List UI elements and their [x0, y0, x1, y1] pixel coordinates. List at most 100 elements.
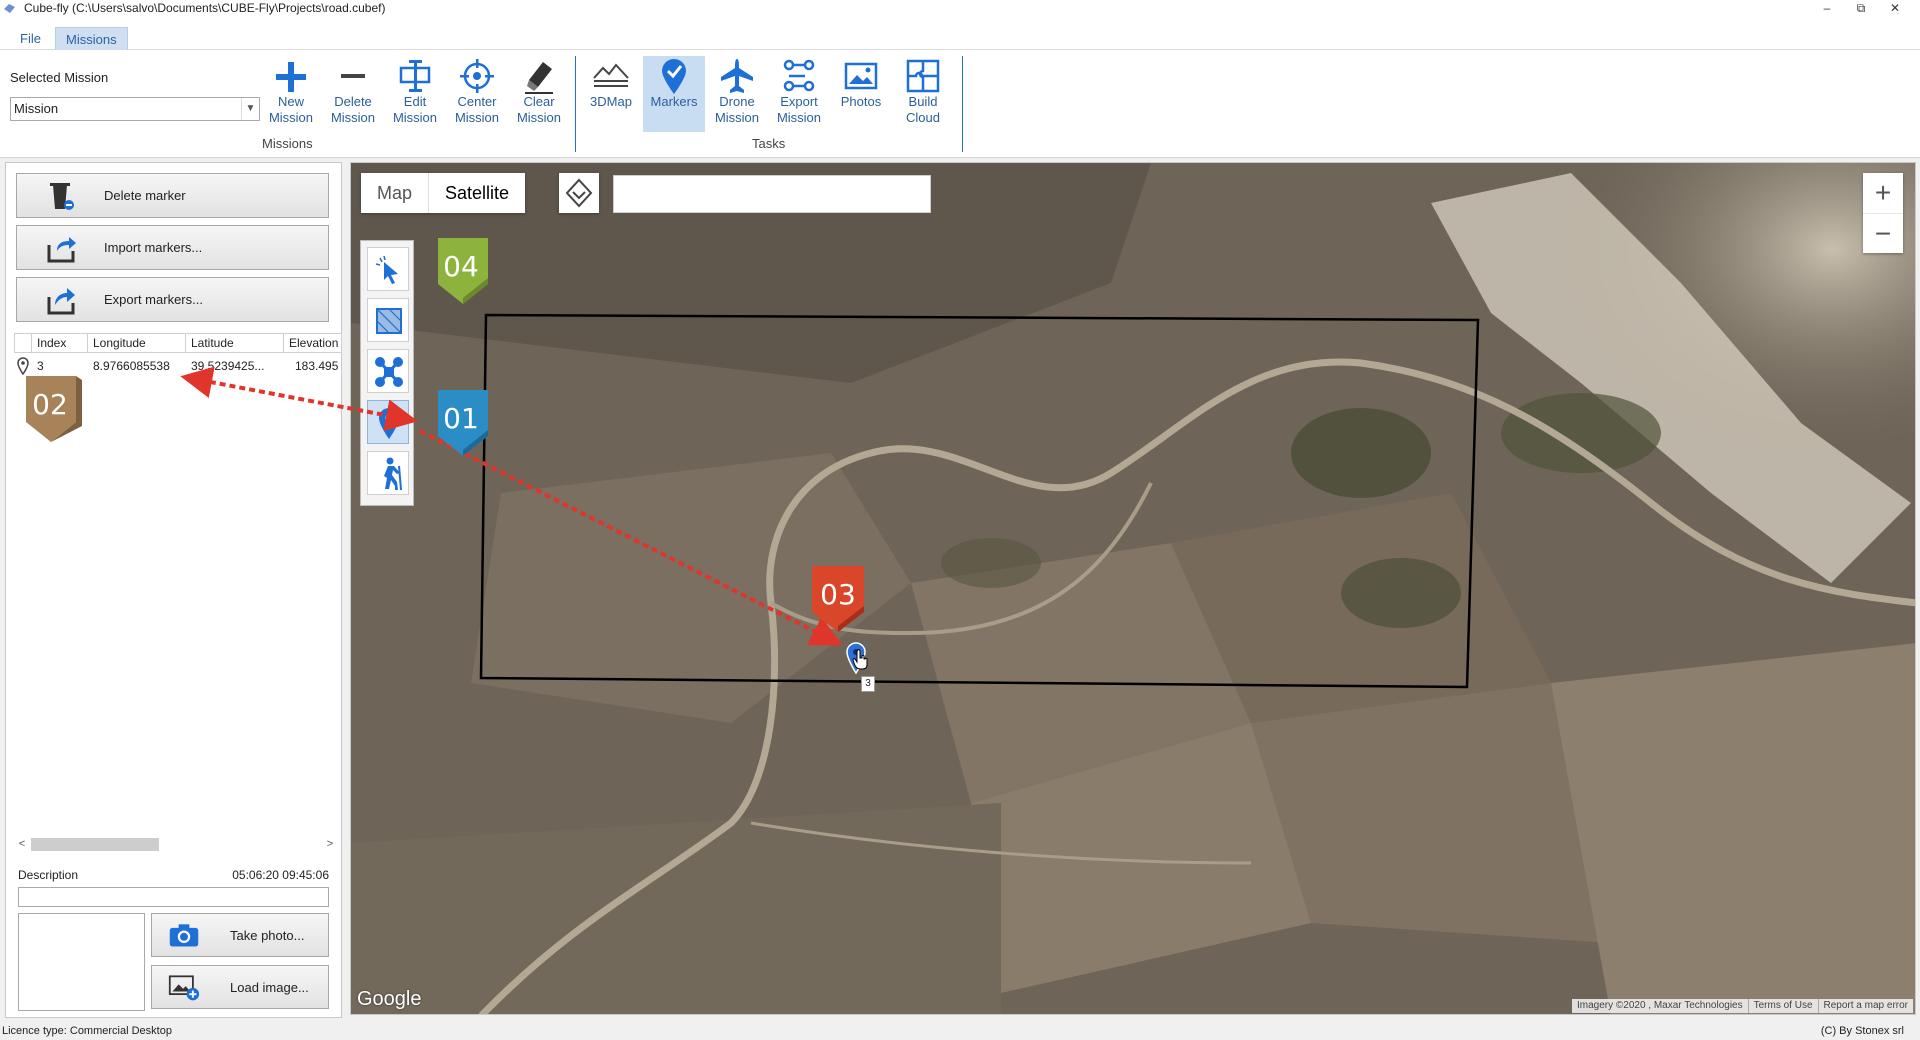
- minus-icon: [341, 74, 365, 78]
- table-header-icon: [14, 333, 32, 353]
- edit-icon: [399, 60, 431, 92]
- callout-badge-01: 01: [438, 390, 488, 456]
- title-bar: Cube-fly (C:\Users\salvo\Documents\CUBE-…: [0, 0, 1920, 17]
- maximize-button[interactable]: ⧉: [1846, 0, 1876, 17]
- scroll-left-icon[interactable]: <: [15, 836, 29, 853]
- table-cell-latitude: 39.5239425...: [191, 359, 265, 373]
- layers-button[interactable]: [559, 173, 599, 213]
- clear-mission-label: Clear Mission: [516, 94, 562, 125]
- copyright-text: (C) By Stonex srl: [1820, 1025, 1904, 1037]
- selected-mission-label: Selected Mission: [10, 70, 109, 85]
- close-button[interactable]: ✕: [1880, 0, 1910, 17]
- export-route-icon: [783, 59, 815, 92]
- walk-tool-button[interactable]: [367, 451, 409, 495]
- zoom-out-button[interactable]: −: [1863, 213, 1903, 253]
- drone-tool-button[interactable]: [367, 349, 409, 393]
- take-photo-button[interactable]: Take photo...: [151, 913, 329, 957]
- delete-marker-button[interactable]: Delete marker: [16, 173, 329, 218]
- edit-mission-label: Edit Mission: [392, 94, 438, 125]
- delete-mission-label: Delete Mission: [330, 94, 376, 125]
- chevron-down-icon[interactable]: ▼: [241, 98, 259, 120]
- hand-cursor-icon: [852, 649, 868, 670]
- photo-preview: [18, 913, 145, 1011]
- import-markers-button[interactable]: Import markers...: [16, 225, 329, 270]
- export-mission-label: Export Mission: [776, 94, 822, 125]
- table-header[interactable]: Elevation: [284, 333, 342, 353]
- new-mission-button[interactable]: New Mission: [260, 56, 322, 132]
- select-tool-button[interactable]: [367, 247, 409, 291]
- layers-icon: [565, 178, 593, 208]
- hiker-icon: [384, 457, 402, 491]
- map-view[interactable]: Map Satellite + − Google Imagery ©2020 ,…: [350, 162, 1916, 1015]
- export-markers-button[interactable]: Export markers...: [16, 277, 329, 322]
- table-header[interactable]: Index: [32, 333, 88, 353]
- markers-label: Markers: [650, 94, 698, 109]
- pin-icon: [17, 357, 29, 375]
- load-image-button[interactable]: Load image...: [151, 965, 329, 1009]
- center-mission-button[interactable]: Center Mission: [446, 56, 508, 132]
- photos-button[interactable]: Photos: [830, 56, 892, 132]
- clear-mission-button[interactable]: Clear Mission: [508, 56, 570, 132]
- export-markers-label: Export markers...: [104, 292, 203, 307]
- description-label: Description: [18, 868, 79, 882]
- google-logo: Google: [357, 988, 422, 1010]
- scrollbar-thumb[interactable]: [31, 838, 159, 851]
- missions-group-label: Missions: [262, 136, 313, 151]
- marker-check-icon: [662, 59, 686, 94]
- app-icon: [4, 4, 15, 13]
- marker-tool-button[interactable]: [367, 400, 409, 444]
- take-photo-label: Take photo...: [230, 928, 305, 943]
- horizontal-scrollbar[interactable]: < >: [15, 836, 337, 853]
- badge-02-label: 02: [32, 388, 68, 421]
- puzzle-icon: [906, 59, 940, 93]
- description-field[interactable]: [18, 887, 329, 907]
- map-type-toggle: Map Satellite: [361, 173, 526, 213]
- 3dmap-label: 3DMap: [590, 94, 632, 109]
- window-title: Cube-fly (C:\Users\salvo\Documents\CUBE-…: [24, 1, 386, 15]
- minimize-button[interactable]: –: [1812, 0, 1842, 17]
- delete-mission-button[interactable]: Delete Mission: [322, 56, 384, 132]
- build-cloud-button[interactable]: Build Cloud: [892, 56, 954, 132]
- zoom-in-button[interactable]: +: [1863, 173, 1903, 213]
- photos-icon: [844, 62, 878, 90]
- map-type-map[interactable]: Map: [361, 173, 428, 213]
- badge-04-label: 04: [443, 250, 479, 283]
- map-type-satellite[interactable]: Satellite: [428, 173, 525, 213]
- ribbon-tabs: File Missions: [0, 17, 1920, 50]
- report-error-link[interactable]: Report a map error: [1817, 999, 1913, 1013]
- new-mission-label: New Mission: [268, 94, 314, 125]
- terms-link[interactable]: Terms of Use: [1747, 999, 1818, 1013]
- licence-text: Licence type: Commercial Desktop: [2, 1025, 172, 1037]
- area-icon: [376, 308, 402, 334]
- ribbon: Selected Mission Mission ▼ New Mission D…: [0, 50, 1920, 158]
- ribbon-separator: [962, 56, 963, 152]
- edit-mission-button[interactable]: Edit Mission: [384, 56, 446, 132]
- table-cell-index: 3: [37, 359, 44, 373]
- ribbon-separator: [575, 56, 576, 152]
- badge-01-label: 01: [443, 402, 479, 435]
- table-header[interactable]: Longitude: [88, 333, 186, 353]
- callout-badge-04: 04: [438, 238, 488, 304]
- scroll-right-icon[interactable]: >: [323, 836, 337, 853]
- table-cell-elevation: 183.495: [295, 359, 339, 373]
- drone-mission-button[interactable]: Drone Mission: [706, 56, 768, 132]
- crosshair-icon: [460, 59, 494, 93]
- table-header[interactable]: Latitude: [186, 333, 284, 353]
- callout-badge-03: 03: [812, 566, 868, 632]
- tab-file[interactable]: File: [10, 27, 51, 50]
- markers-button[interactable]: Markers: [643, 56, 705, 132]
- tab-missions[interactable]: Missions: [55, 27, 128, 50]
- import-icon: [47, 237, 76, 263]
- area-tool-button[interactable]: [367, 298, 409, 342]
- trash-icon: [50, 183, 74, 210]
- delete-marker-label: Delete marker: [104, 188, 186, 203]
- 3dmap-button[interactable]: 3DMap: [580, 56, 642, 132]
- imagery-credit: Imagery ©2020 , Maxar Technologies: [1577, 1000, 1743, 1011]
- drone-mission-label: Drone Mission: [714, 94, 760, 125]
- callout-badge-02: 02: [26, 376, 82, 442]
- drone-icon: [375, 357, 403, 387]
- export-mission-button[interactable]: Export Mission: [768, 56, 830, 132]
- mission-select[interactable]: Mission ▼: [10, 97, 260, 121]
- center-mission-label: Center Mission: [454, 94, 500, 125]
- map-search-input[interactable]: [613, 175, 931, 213]
